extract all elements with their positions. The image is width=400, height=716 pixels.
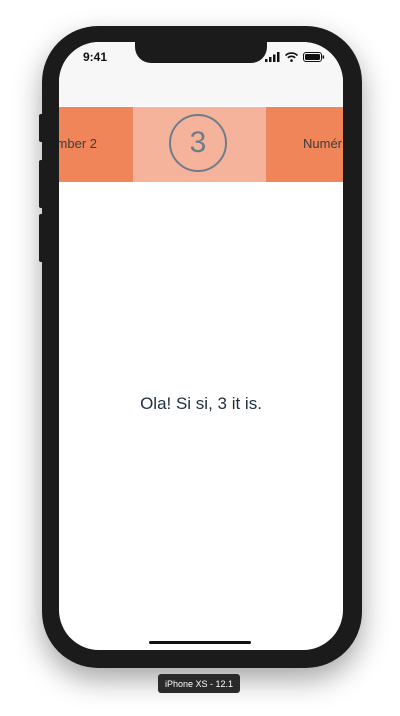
- current-number: 3: [189, 126, 207, 159]
- next-slide-label: Numér: [303, 136, 343, 151]
- home-indicator[interactable]: [149, 641, 251, 644]
- device-notch: [135, 42, 267, 63]
- carousel-slide-previous[interactable]: mber 2: [59, 107, 133, 182]
- carousel-slide-current[interactable]: 3: [133, 107, 266, 182]
- status-time: 9:41: [83, 50, 108, 64]
- battery-icon: [303, 52, 325, 62]
- cellular-signal-icon: [265, 52, 280, 62]
- wifi-icon: [285, 52, 298, 62]
- previous-slide-label: mber 2: [59, 136, 97, 151]
- carousel-slide-next[interactable]: Numér: [266, 107, 343, 182]
- app-screen: 9:41 mber 2 3 Numér Ola! Si si, 3 it is.: [59, 42, 343, 650]
- simulator-device-label: iPhone XS - 12.1: [158, 674, 240, 693]
- selection-message: Ola! Si si, 3 it is.: [140, 394, 262, 413]
- number-badge: 3: [169, 114, 227, 172]
- number-carousel[interactable]: mber 2 3 Numér: [59, 107, 343, 182]
- status-icons: [265, 52, 325, 62]
